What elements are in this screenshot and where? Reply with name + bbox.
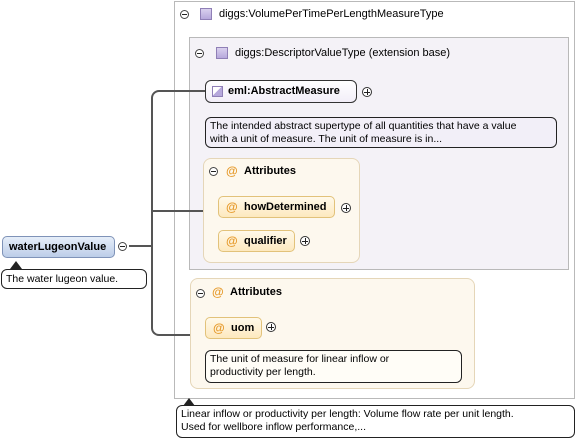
complex-type-doc-line2: Used for wellbore inflow performance,... <box>181 421 366 433</box>
root-element-doc: The water lugeon value. <box>1 269 147 289</box>
attribute-icon: @ <box>226 234 238 248</box>
abstract-element-icon <box>212 86 223 97</box>
connector-line <box>129 245 152 247</box>
expand-icon[interactable] <box>266 322 276 332</box>
expand-icon[interactable] <box>341 203 351 213</box>
root-element[interactable]: waterLugeonValue <box>2 236 115 258</box>
attribute-icon: @ <box>213 321 225 335</box>
abstract-measure-doc-line1: The intended abstract supertype of all q… <box>210 120 517 132</box>
attribute-name: howDetermined <box>244 201 327 213</box>
inner-attributes-title: Attributes <box>244 165 296 177</box>
expand-icon[interactable] <box>300 236 310 246</box>
complex-type-icon <box>216 47 228 59</box>
attribute-icon: @ <box>226 164 238 178</box>
note-pointer <box>10 261 22 269</box>
abstract-measure-name: eml:AbstractMeasure <box>228 85 340 97</box>
complex-type-icon <box>200 8 212 20</box>
root-element-name: waterLugeonValue <box>9 241 107 253</box>
abstract-measure-doc: The intended abstract supertype of all q… <box>205 117 557 148</box>
root-element-doc-text: The water lugeon value. <box>6 273 119 285</box>
collapse-icon[interactable] <box>196 289 205 298</box>
collapse-icon[interactable] <box>180 10 189 19</box>
complex-type-name[interactable]: diggs:VolumePerTimePerLengthMeasureType <box>219 8 444 20</box>
expand-icon[interactable] <box>362 87 372 97</box>
note-pointer <box>183 398 195 406</box>
attribute-qualifier[interactable]: @ qualifier <box>218 230 295 252</box>
attribute-how-determined[interactable]: @ howDetermined <box>218 196 335 218</box>
complex-type-doc: Linear inflow or productivity per length… <box>176 405 575 438</box>
collapse-icon[interactable] <box>118 242 127 251</box>
collapse-icon[interactable] <box>209 167 218 176</box>
attribute-name: qualifier <box>244 235 287 247</box>
attribute-icon: @ <box>226 200 238 214</box>
attribute-uom[interactable]: @ uom <box>205 317 262 339</box>
attribute-icon: @ <box>212 285 224 299</box>
attribute-name: uom <box>231 322 255 334</box>
extension-base-name[interactable]: diggs:DescriptorValueType (extension bas… <box>235 47 450 59</box>
uom-doc-line1: The unit of measure for linear inflow or <box>210 353 390 365</box>
uom-doc-line2: productivity per length. <box>210 366 316 378</box>
connector-line <box>151 210 203 212</box>
outer-attributes-title: Attributes <box>230 286 282 298</box>
abstract-measure-element[interactable]: eml:AbstractMeasure <box>205 80 357 103</box>
uom-doc: The unit of measure for linear inflow or… <box>205 350 462 383</box>
abstract-measure-doc-line2: with a unit of measure. The unit of meas… <box>210 133 443 145</box>
collapse-icon[interactable] <box>195 49 204 58</box>
complex-type-doc-line1: Linear inflow or productivity per length… <box>181 408 514 420</box>
